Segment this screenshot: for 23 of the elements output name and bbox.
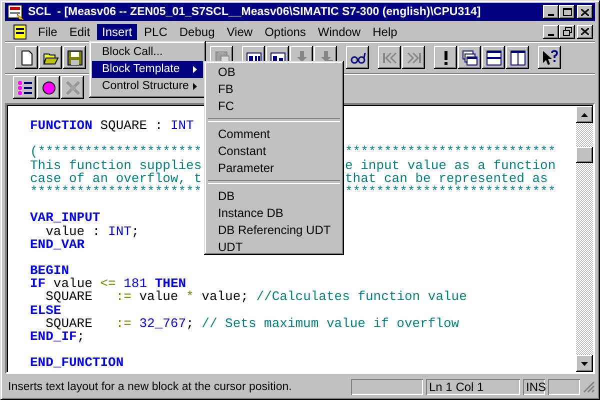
code-line: that can be represented as [345,172,548,185]
window-title: SCL - [Measv06 -- ZEN05_01_S7SCL__Measv06\SIMATIC S7-300 (english)\CPU314] [28,6,481,18]
code-line: SQUARE := value * value; //Calculates function value [46,290,467,304]
cursor-position: Ln 1 Col 1 [426,378,520,394]
code-line: ********************** [30,184,202,198]
code-line: (********************* [30,145,202,159]
code-line: END_FUNCTION [30,356,124,370]
insert-mode: INS [523,378,545,394]
code-line: SQUARE := 32_767; // Sets maximum value if overflow [46,316,460,330]
code-line: END_IF; [30,330,85,344]
code-line: VAR_INPUT [30,211,100,224]
code-line: *************************** [345,145,556,159]
code-line: This function supplies [30,158,202,172]
code-line: *************************** [345,184,556,198]
code-line: e input value as a function [345,158,556,172]
status-message: Inserts text layout for a new block at the cursor position. [7,380,293,392]
code-line: ELSE [30,304,62,317]
code-line: END_VAR [30,238,85,251]
code-line: value : INT; [46,224,140,238]
code-line: FUNCTION SQUARE : INT [30,119,194,132]
code-line: BEGIN [30,264,70,278]
code-line: case of an overflow, t [30,172,202,185]
code-line: IF value <= 181 THEN [30,277,186,290]
